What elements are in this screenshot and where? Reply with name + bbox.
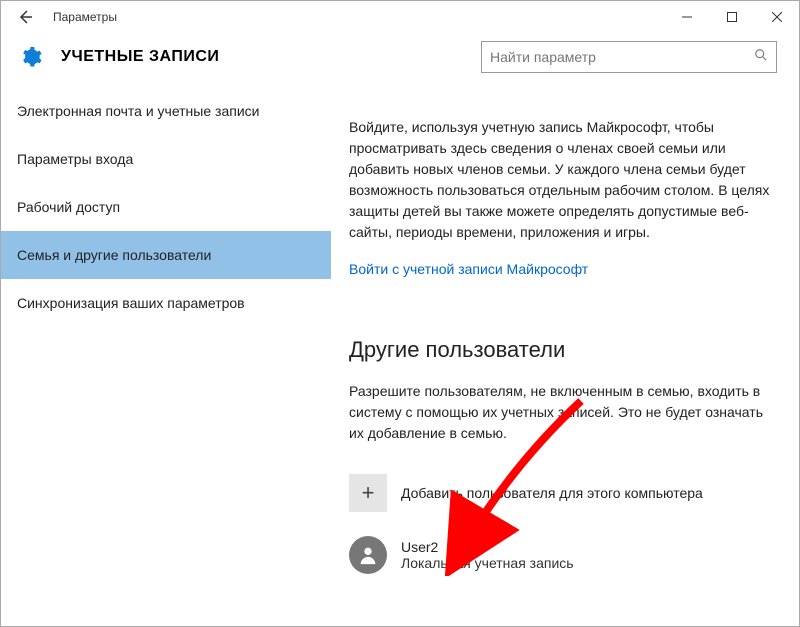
search-input[interactable]: [490, 49, 754, 65]
avatar-icon: [349, 536, 387, 574]
window-title: Параметры: [53, 10, 117, 24]
body: Электронная почта и учетные записи Парам…: [1, 87, 799, 626]
window-controls: [664, 1, 799, 33]
sidebar-item-label: Рабочий доступ: [17, 199, 120, 215]
sidebar-item-email-accounts[interactable]: Электронная почта и учетные записи: [1, 87, 331, 135]
settings-window: Параметры УЧЕТНЫЕ ЗАПИСИ Электронн: [0, 0, 800, 627]
sidebar-item-sync-settings[interactable]: Синхронизация ваших параметров: [1, 279, 331, 327]
search-box[interactable]: [481, 41, 777, 73]
search-icon: [754, 48, 768, 67]
sidebar-item-label: Электронная почта и учетные записи: [17, 103, 259, 119]
other-users-desc: Разрешите пользователям, не включенным в…: [349, 381, 781, 444]
sidebar: Электронная почта и учетные записи Парам…: [1, 87, 331, 626]
sidebar-item-label: Параметры входа: [17, 151, 133, 167]
minimize-button[interactable]: [664, 1, 709, 33]
plus-icon: +: [349, 474, 387, 512]
user-name: User2: [401, 539, 574, 555]
sidebar-item-family-other-users[interactable]: Семья и другие пользователи: [1, 231, 331, 279]
add-user-button[interactable]: + Добавить пользователя для этого компью…: [349, 474, 781, 512]
other-users-heading: Другие пользователи: [349, 337, 781, 363]
maximize-button[interactable]: [709, 1, 754, 33]
gear-icon: [19, 45, 43, 69]
user-type: Локальная учетная запись: [401, 555, 574, 571]
user-meta: User2 Локальная учетная запись: [401, 539, 574, 571]
sidebar-item-label: Синхронизация ваших параметров: [17, 295, 245, 311]
intro-text: Войдите, используя учетную запись Майкро…: [349, 117, 781, 243]
sidebar-item-work-access[interactable]: Рабочий доступ: [1, 183, 331, 231]
back-button[interactable]: [9, 1, 41, 33]
page-title: УЧЕТНЫЕ ЗАПИСИ: [61, 48, 219, 66]
close-button[interactable]: [754, 1, 799, 33]
header: УЧЕТНЫЕ ЗАПИСИ: [1, 33, 799, 87]
user-row[interactable]: User2 Локальная учетная запись: [349, 536, 781, 574]
titlebar: Параметры: [1, 1, 799, 33]
sidebar-item-label: Семья и другие пользователи: [17, 247, 211, 263]
sidebar-item-signin-options[interactable]: Параметры входа: [1, 135, 331, 183]
signin-link[interactable]: Войти с учетной записи Майкрософт: [349, 261, 588, 277]
add-user-label: Добавить пользователя для этого компьюте…: [401, 485, 703, 501]
content: Войдите, используя учетную запись Майкро…: [331, 87, 799, 626]
